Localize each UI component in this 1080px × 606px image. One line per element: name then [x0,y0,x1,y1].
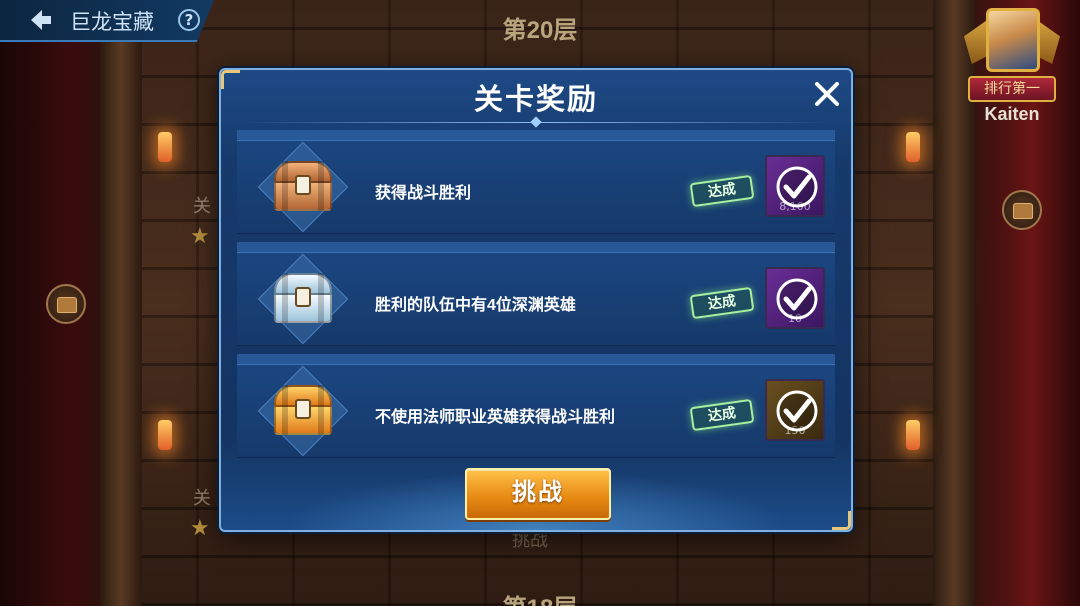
rank-badge: 排行第一 [968,76,1056,102]
condition-text: 获得战斗胜利 [375,185,472,202]
chest-icon[interactable] [46,284,86,324]
help-icon[interactable]: ? [178,9,200,31]
stage-label: 关 [193,196,211,216]
reward-item[interactable]: 10 [765,267,825,329]
player-rank-panel[interactable]: 排行第一 Kaiten [962,4,1062,124]
reward-row: 获得战斗胜利 达成 8,100 [237,130,835,242]
title-divider [241,116,831,130]
stage-reward-dialog: 关卡奖励 获得战斗胜利 达成 8,100 [219,68,853,532]
back-arrow-icon[interactable] [28,8,54,32]
reward-item[interactable]: 150 [765,379,825,441]
close-button[interactable] [811,78,843,110]
top-bar: 巨龙宝藏 ? [0,0,214,42]
player-name: Kaiten [984,104,1040,124]
bronze-chest-icon [257,141,349,233]
stage-label: 关 [193,488,211,508]
reward-row: 不使用法师职业英雄获得战斗胜利 达成 150 [237,354,835,466]
chest-icon[interactable] [1002,190,1042,230]
silver-chest-icon [257,253,349,345]
star-icon: ★ [190,224,210,249]
completed-badge: 达成 [689,286,755,320]
challenge-button[interactable]: 挑战 [465,468,611,520]
tower-pillar [100,0,142,606]
completed-badge: 达成 [689,398,755,432]
check-icon [776,166,818,208]
star-icon: ★ [190,516,210,541]
reward-list: 获得战斗胜利 达成 8,100 胜利的队伍中有4位深渊英雄 [237,130,835,466]
dialog-title: 关卡奖励 [473,84,598,116]
condition-text: 胜利的队伍中有4位深渊英雄 [375,297,576,314]
completed-badge: 达成 [689,174,755,208]
reward-item[interactable]: 8,100 [765,155,825,217]
avatar[interactable] [986,8,1040,72]
torch-icon [906,132,920,162]
gold-chest-icon [257,365,349,457]
torch-icon [906,420,920,450]
condition-text: 不使用法师职业英雄获得战斗胜利 [375,409,616,426]
floor-label-next: 第18层 [0,588,1080,606]
torch-icon [158,132,172,162]
page-title: 巨龙宝藏 [70,11,154,34]
reward-row: 胜利的队伍中有4位深渊英雄 达成 10 [237,242,835,354]
torch-icon [158,420,172,450]
check-icon [776,278,818,320]
check-icon [776,390,818,432]
